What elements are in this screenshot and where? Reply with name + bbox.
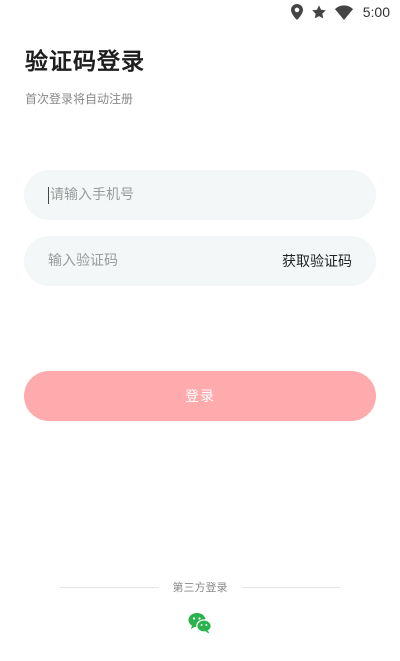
phone-field[interactable] xyxy=(24,170,376,220)
get-code-button[interactable]: 获取验证码 xyxy=(282,251,352,271)
page-subtitle: 首次登录将自动注册 xyxy=(25,92,134,106)
status-bar: 5:00 xyxy=(0,0,400,24)
divider-left xyxy=(60,586,159,588)
third-party-login: 第三方登录 xyxy=(60,580,340,594)
divider-right xyxy=(241,586,340,588)
page-title: 验证码登录 xyxy=(25,49,145,75)
wechat-icon[interactable] xyxy=(188,612,212,634)
status-time: 5:00 xyxy=(362,4,390,20)
code-input[interactable] xyxy=(48,253,282,269)
star-icon xyxy=(311,3,327,21)
third-party-label: 第三方登录 xyxy=(172,581,228,594)
text-caret xyxy=(48,186,49,204)
login-button[interactable]: 登录 xyxy=(24,371,376,421)
location-icon xyxy=(290,3,303,21)
wifi-icon xyxy=(334,3,353,21)
phone-input[interactable] xyxy=(50,187,352,203)
code-field[interactable]: 获取验证码 xyxy=(24,236,376,286)
